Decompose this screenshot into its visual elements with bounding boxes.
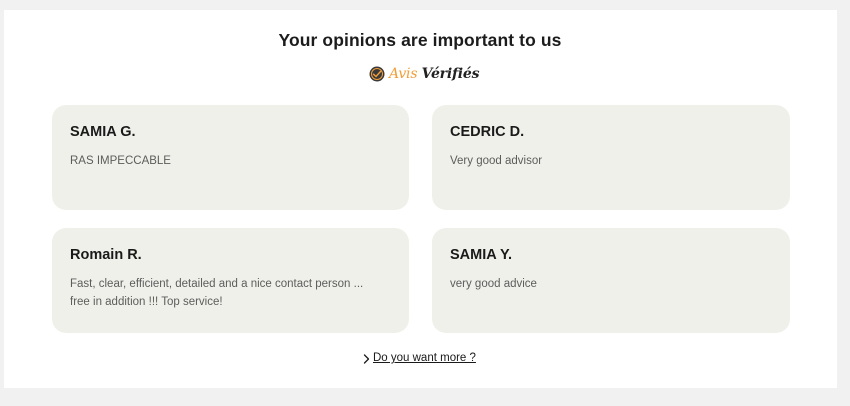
- reviewer-name: SAMIA Y.: [450, 247, 513, 263]
- avis-verifies-brand[interactable]: Avis Vérifiés: [369, 63, 480, 85]
- review-card: CEDRIC D. Very good advisor: [432, 105, 790, 210]
- review-text: Fast, clear, efficient, detailed and a n…: [70, 278, 364, 308]
- reviewer-name: Romain R.: [70, 247, 142, 263]
- review-text: very good advice: [450, 278, 537, 290]
- review-card: SAMIA Y. very good advice: [432, 228, 790, 333]
- more-reviews-link-row[interactable]: Do you want more ?: [362, 352, 476, 364]
- more-reviews-link[interactable]: Do you want more ?: [373, 352, 476, 364]
- review-text: Very good advisor: [450, 155, 543, 167]
- reviewer-name: SAMIA G.: [70, 124, 136, 140]
- brand-name-part2: Vérifiés: [421, 66, 480, 82]
- chevron-right-icon: [362, 352, 371, 364]
- brand-name-part1: Avis: [389, 66, 418, 82]
- reviewer-name: CEDRIC D.: [450, 124, 525, 140]
- review-text: RAS IMPECCABLE: [70, 155, 171, 167]
- section-title: Your opinions are important to us: [278, 30, 562, 50]
- brand-name: Avis Vérifiés: [389, 66, 480, 82]
- review-card: Romain R. Fast, clear, efficient, detail…: [52, 228, 409, 333]
- avis-verifies-logo-icon: [369, 66, 385, 82]
- review-card: SAMIA G. RAS IMPECCABLE: [52, 105, 409, 210]
